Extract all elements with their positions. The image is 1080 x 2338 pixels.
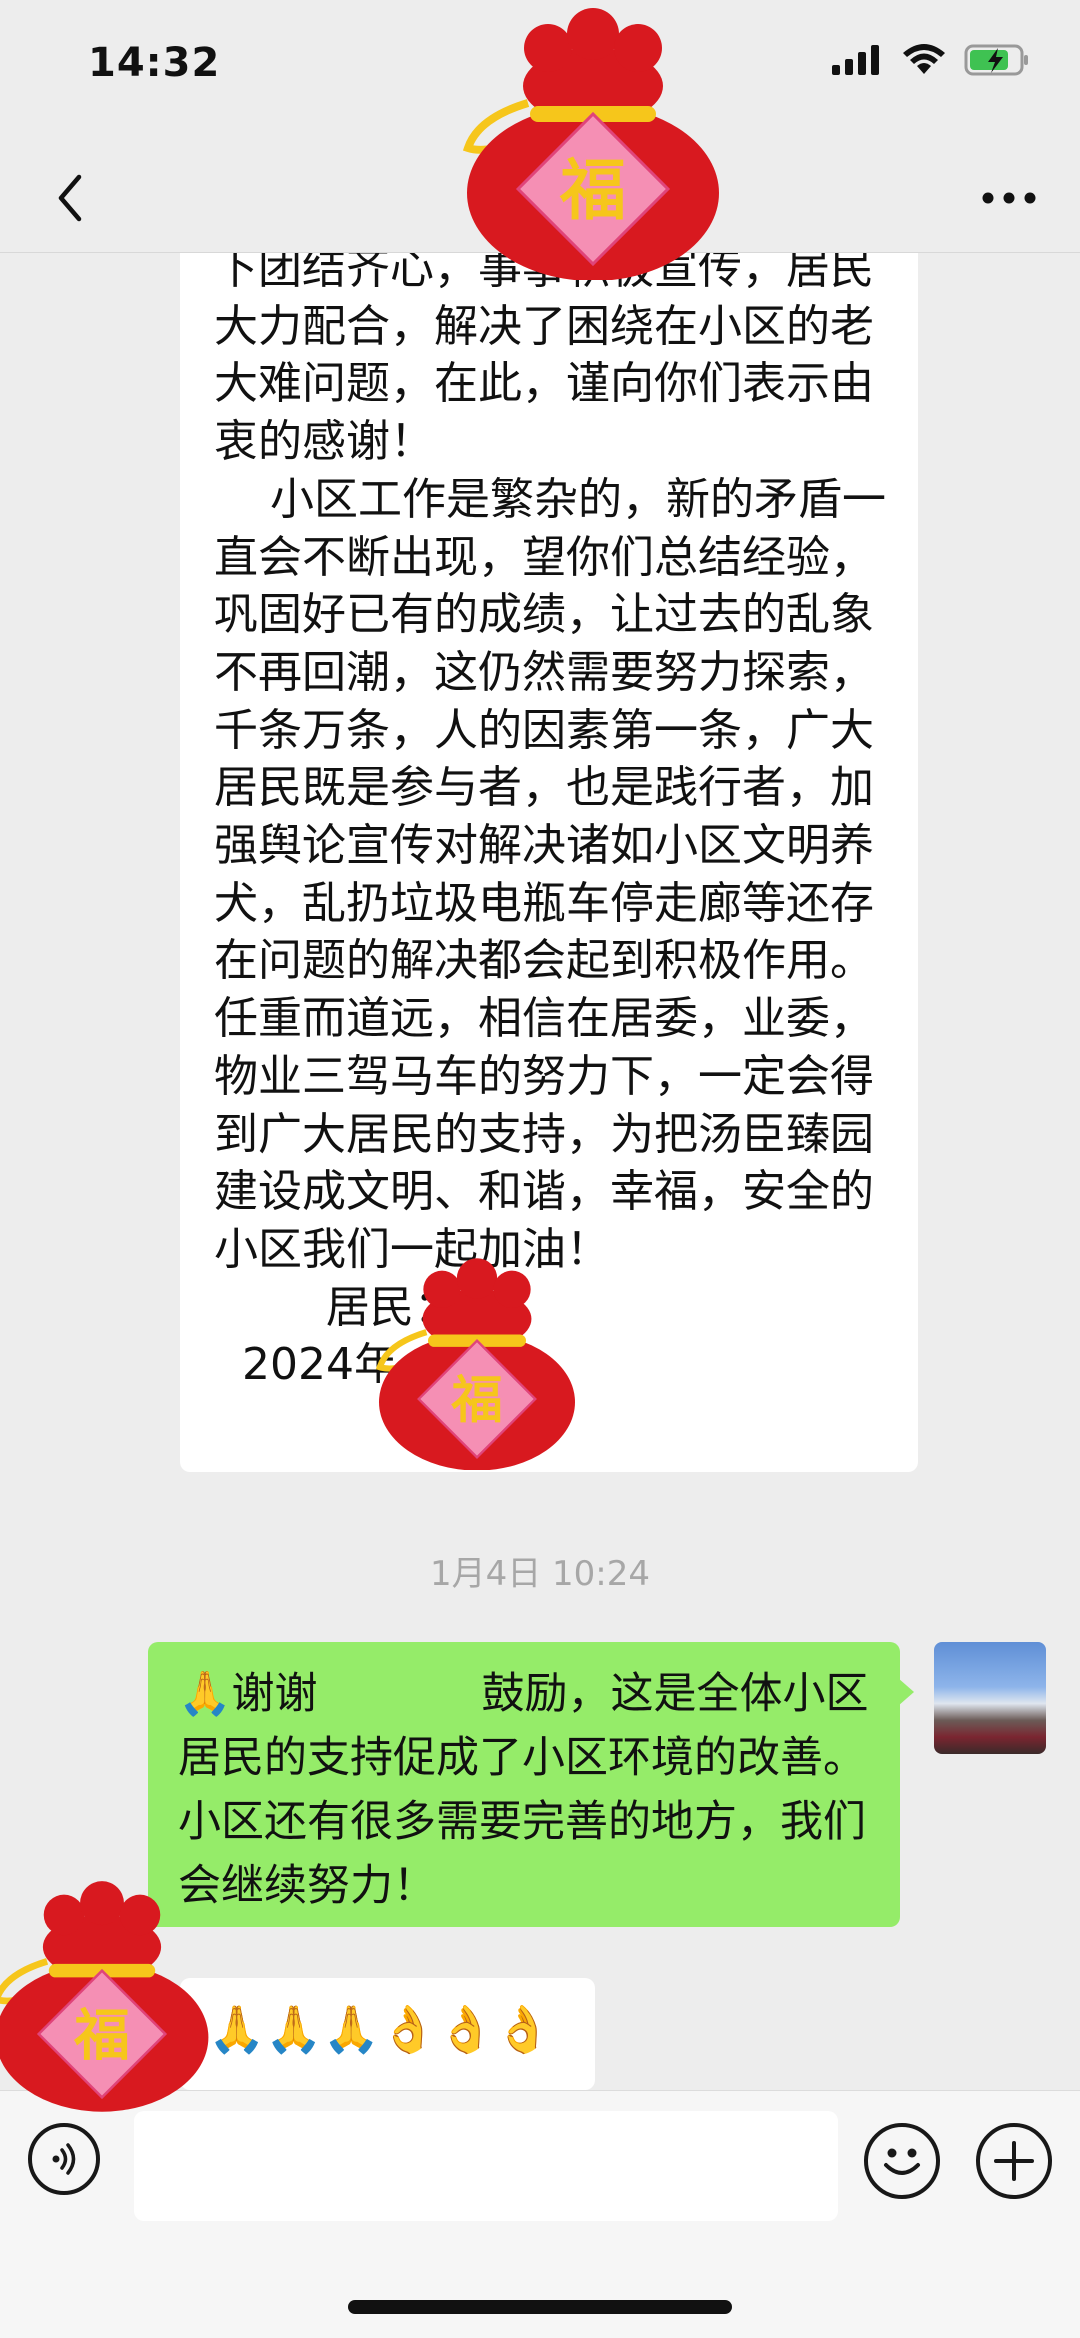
signal-icon [832,45,879,75]
message-input[interactable] [134,2111,838,2221]
battery-charging-icon [964,44,1028,76]
wifi-icon [903,44,945,74]
incoming-emoji-bubble[interactable]: 🙏🙏🙏👌👌👌 [180,1978,595,2090]
reply-text: 🙏谢谢 鼓励，这是全体小区居民的支持促成了小区环境的改善。小区还有很多需要完善的… [178,1669,869,1911]
more-options-button[interactable] [974,168,1044,228]
fu-char: 福 [559,152,626,229]
status-icons [832,44,1030,76]
fu-char: 福 [73,2003,130,2068]
outgoing-reply-bubble[interactable]: 🙏谢谢 鼓励，这是全体小区居民的支持促成了小区环境的改善。小区还有很多需要完善的… [148,1642,914,1927]
more-functions-button[interactable] [976,2123,1052,2199]
status-time: 14:32 [88,40,221,86]
more-dots-icon [982,192,1036,204]
my-avatar[interactable] [934,1642,1046,1754]
lucky-bag-sticker: 福 [0,1881,209,2112]
emoji-button[interactable] [864,2123,940,2199]
emoji-reply-text: 🙏🙏🙏👌👌👌 [208,2002,552,2056]
smiley-icon [884,2148,920,2175]
voice-input-button[interactable] [28,2123,100,2195]
lucky-bag-sticker: 福 [462,8,719,280]
fu-char: 福 [450,1371,502,1431]
home-indicator[interactable] [348,2300,732,2314]
plus-icon [994,2141,1034,2181]
message-timestamp: 1月4日 10:24 [429,1554,651,1594]
voice-icon [52,2143,76,2175]
letter-text: 下团结齐心，事事积极宣传，居民大力配合，解决了困绕在小区的老大难问题，在此，谨向… [214,243,886,1391]
lucky-bag-sticker: 福 [375,1258,575,1470]
